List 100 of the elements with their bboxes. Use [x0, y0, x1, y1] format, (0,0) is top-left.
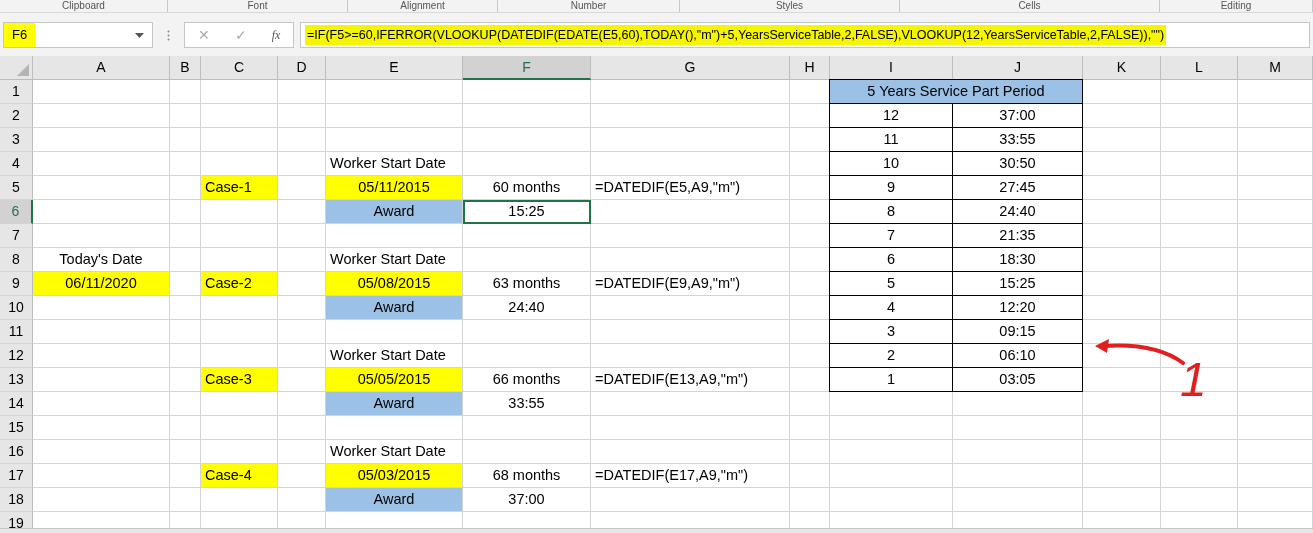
- row-header[interactable]: 10: [0, 296, 33, 320]
- table-cell: 05/11/2015: [326, 176, 463, 200]
- table-cell: 60 months: [463, 176, 591, 200]
- row-header[interactable]: 15: [0, 416, 33, 440]
- empty-cell: [170, 104, 201, 128]
- empty-cell: [170, 200, 201, 224]
- empty-cell: [278, 416, 326, 440]
- triangle-icon: [17, 64, 29, 76]
- table-cell: 68 months: [463, 464, 591, 488]
- row-header[interactable]: 13: [0, 368, 33, 392]
- empty-cell: [170, 392, 201, 416]
- column-header[interactable]: B: [170, 56, 201, 80]
- empty-cell: [278, 248, 326, 272]
- row-header[interactable]: 2: [0, 104, 33, 128]
- column-header[interactable]: L: [1161, 56, 1238, 80]
- ribbon-group-label: Editing: [1220, 0, 1252, 12]
- formula-field[interactable]: =IF(F5>=60,IFERROR(VLOOKUP(DATEDIF(EDATE(E5,60),TODAY(),"m")+5,YearsServiceTable,2,FALSE),VLOOKUP(12,YearsServiceTable,2,FALSE)),""): [300, 22, 1310, 48]
- empty-cell: [170, 128, 201, 152]
- dropdown-icon: [135, 32, 144, 38]
- table-cell: 33:55: [463, 392, 591, 416]
- column-header[interactable]: D: [278, 56, 326, 80]
- table-cell: 66 months: [463, 368, 591, 392]
- empty-cell: [278, 320, 326, 344]
- row-header[interactable]: 17: [0, 464, 33, 488]
- empty-cell: [790, 392, 830, 416]
- row-header[interactable]: 3: [0, 128, 33, 152]
- table-cell: =DATEDIF(E13,A9,"m"): [591, 368, 790, 392]
- table-cell: Case-2: [201, 272, 278, 296]
- table-cell: 5 Years Service Part Period: [829, 79, 1083, 104]
- empty-cell: [170, 488, 201, 512]
- empty-cell: [278, 80, 326, 104]
- table-cell: 05/03/2015: [326, 464, 463, 488]
- table-cell: Award: [326, 392, 463, 416]
- row-header[interactable]: 14: [0, 392, 33, 416]
- table-cell: =DATEDIF(E17,A9,"m"): [591, 464, 790, 488]
- column-header[interactable]: K: [1083, 56, 1161, 80]
- column-header[interactable]: C: [201, 56, 278, 80]
- column-header[interactable]: E: [326, 56, 463, 80]
- select-all-corner[interactable]: [0, 56, 33, 80]
- empty-cell: [170, 80, 201, 104]
- row-header[interactable]: 12: [0, 344, 33, 368]
- table-cell: 24:40: [463, 296, 591, 320]
- row-header[interactable]: 4: [0, 152, 33, 176]
- table-cell: 37:00: [463, 488, 591, 512]
- table-cell: Case-1: [201, 176, 278, 200]
- table-cell: 63 months: [463, 272, 591, 296]
- ribbon-group-label: Number: [570, 0, 607, 12]
- empty-cell: [790, 440, 830, 464]
- column-header[interactable]: I: [830, 56, 953, 80]
- empty-cell: [278, 104, 326, 128]
- empty-cell: [170, 416, 201, 440]
- empty-cell: [170, 344, 201, 368]
- column-header[interactable]: M: [1238, 56, 1313, 80]
- empty-cell: [278, 440, 326, 464]
- empty-cell: [278, 152, 326, 176]
- empty-cell: [170, 440, 201, 464]
- column-header[interactable]: G: [591, 56, 790, 80]
- empty-cell: [170, 320, 201, 344]
- name-box[interactable]: F6: [3, 22, 153, 48]
- row-header[interactable]: 11: [0, 320, 33, 344]
- empty-cell: [790, 464, 830, 488]
- row-header[interactable]: 19: [0, 512, 33, 528]
- table-cell: Award: [326, 488, 463, 512]
- column-header[interactable]: H: [790, 56, 830, 80]
- empty-cell: [170, 248, 201, 272]
- column-header[interactable]: F: [463, 56, 591, 80]
- row-header[interactable]: 8: [0, 248, 33, 272]
- row-header[interactable]: 9: [0, 272, 33, 296]
- empty-cell: [790, 488, 830, 512]
- row-header[interactable]: 5: [0, 176, 33, 200]
- row-header[interactable]: 1: [0, 80, 33, 104]
- table-cell: 06/11/2020: [33, 272, 170, 296]
- table-cell: 05/05/2015: [326, 368, 463, 392]
- table-cell: Award: [326, 200, 463, 224]
- column-header[interactable]: A: [33, 56, 170, 80]
- ribbon-group-label: Cells: [1018, 0, 1041, 12]
- more-icon: [167, 29, 170, 41]
- table-cell: Case-3: [201, 368, 278, 392]
- table-cell: =DATEDIF(E5,A9,"m"): [591, 176, 790, 200]
- empty-cell: [170, 152, 201, 176]
- table-cell: =DATEDIF(E9,A9,"m"): [591, 272, 790, 296]
- table-cell: 1: [829, 367, 953, 392]
- empty-cell: [790, 416, 830, 440]
- row-header[interactable]: 18: [0, 488, 33, 512]
- table-cell: 05/08/2015: [326, 272, 463, 296]
- ribbon-group-label: Styles: [775, 0, 804, 12]
- row-header[interactable]: 16: [0, 440, 33, 464]
- empty-cell: [278, 128, 326, 152]
- table-cell: 15:25: [463, 200, 591, 224]
- insert-function-button[interactable]: fx: [271, 26, 281, 44]
- empty-cell: [170, 224, 201, 248]
- table-cell: Case-4: [201, 464, 278, 488]
- annotation-number: 1: [1180, 352, 1207, 408]
- row-header[interactable]: 6: [0, 200, 33, 224]
- table-cell: 03:05: [952, 367, 1083, 392]
- column-header[interactable]: J: [953, 56, 1083, 80]
- empty-cell: [278, 344, 326, 368]
- empty-cell: [170, 296, 201, 320]
- row-header[interactable]: 7: [0, 224, 33, 248]
- table-cell: Award: [326, 296, 463, 320]
